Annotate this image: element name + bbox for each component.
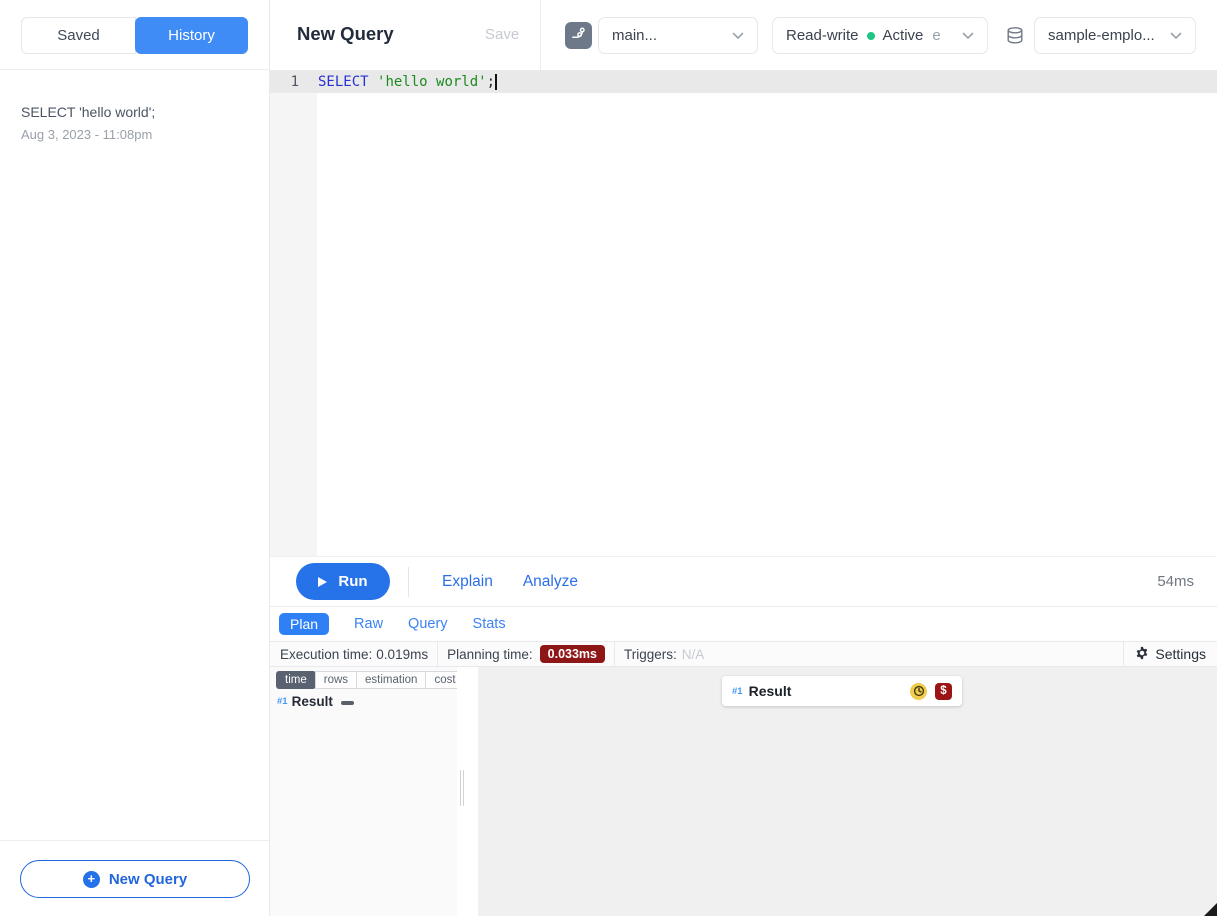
database-icon — [1005, 26, 1025, 51]
sql-string: 'hello world' — [377, 74, 487, 90]
tab-saved[interactable]: Saved — [21, 17, 136, 54]
high-cost-dollar-icon: $ — [935, 683, 952, 700]
saved-history-tabs: Saved History — [21, 17, 248, 54]
stats-divider — [614, 642, 615, 667]
editor-line-1[interactable]: 1 SELECT 'hello world'; — [270, 70, 1217, 93]
sql-keyword: SELECT — [318, 74, 377, 90]
schema-branch-button[interactable] — [565, 22, 592, 49]
main-panel: New Query Save main... — [270, 0, 1217, 916]
metric-tab-cost[interactable]: cost — [425, 671, 458, 689]
metric-tab-time[interactable]: time — [276, 671, 316, 689]
split-grip-line — [463, 770, 464, 806]
run-toolbar: Run Explain Analyze 54ms — [270, 556, 1217, 607]
chevron-down-icon — [962, 27, 974, 44]
analyze-button[interactable]: Analyze — [523, 573, 578, 591]
plan-tree-panel: time rows estimation cost #1 Result — [270, 667, 457, 916]
editor-gutter — [270, 70, 317, 556]
execution-time-value: 0.019ms — [376, 647, 428, 662]
node-index-label: #1 — [732, 686, 743, 697]
gear-icon — [1135, 646, 1149, 663]
node-index-label: #1 — [277, 696, 288, 707]
database-dropdown[interactable]: sample-emplo... — [1034, 17, 1196, 54]
stats-divider — [437, 642, 438, 667]
plan-tree-node[interactable]: #1 Result — [277, 694, 354, 709]
branch-dropdown-value: main... — [612, 27, 657, 44]
page-title: New Query — [297, 23, 394, 45]
history-item-timestamp: Aug 3, 2023 - 11:08pm — [21, 127, 248, 142]
execution-time-stat: Execution time: 0.019ms — [280, 647, 428, 662]
new-query-button[interactable]: + New Query — [20, 860, 250, 898]
compute-dropdown[interactable]: Read-write Active e — [772, 17, 988, 54]
compute-status-label: Active — [883, 27, 924, 44]
compute-mode-label: Read-write — [786, 27, 859, 44]
settings-group: Settings — [1123, 642, 1217, 667]
explain-button[interactable]: Explain — [442, 573, 493, 591]
results-tab-bar: Plan Raw Query Stats — [270, 607, 1217, 641]
sql-editor[interactable]: 1 SELECT 'hello world'; — [270, 70, 1217, 556]
triggers-value: N/A — [682, 647, 705, 662]
code-text: SELECT 'hello world'; — [318, 74, 497, 90]
header-divider — [540, 0, 541, 70]
execution-time-label: Execution time: — [280, 647, 372, 662]
triggers-stat: Triggers: N/A — [624, 647, 704, 662]
active-status-dot-icon — [867, 32, 875, 40]
sql-punctuation: ; — [487, 74, 495, 90]
tab-stats[interactable]: Stats — [473, 616, 506, 632]
line-number: 1 — [270, 74, 299, 90]
branch-dropdown[interactable]: main... — [598, 17, 758, 54]
plan-node-card[interactable]: #1 Result $ — [722, 676, 962, 706]
app-root: Saved History SELECT 'hello world'; Aug … — [0, 0, 1217, 916]
tab-plan[interactable]: Plan — [279, 613, 329, 635]
mouse-cursor-fragment — [1204, 903, 1217, 916]
query-duration: 54ms — [1157, 573, 1194, 590]
tab-history[interactable]: History — [135, 17, 248, 54]
save-button[interactable]: Save — [485, 26, 519, 43]
new-query-button-label: New Query — [109, 871, 187, 888]
plan-metric-tabs: time rows estimation cost — [276, 671, 458, 689]
node-name-label: Result — [292, 694, 333, 709]
history-item-query: SELECT 'hello world'; — [21, 104, 248, 120]
tab-raw[interactable]: Raw — [354, 616, 383, 632]
slow-timing-clock-icon — [910, 683, 927, 700]
play-icon — [318, 577, 327, 587]
query-sidebar: Saved History SELECT 'hello world'; Aug … — [0, 0, 270, 916]
planning-time-label: Planning time: — [447, 647, 533, 662]
split-grip-line — [460, 770, 461, 806]
settings-label: Settings — [1155, 646, 1206, 662]
tab-query[interactable]: Query — [408, 616, 448, 632]
node-name-label: Result — [749, 683, 792, 699]
main-header: New Query Save main... — [270, 0, 1217, 70]
sidebar-header: Saved History — [0, 0, 269, 70]
toolbar-divider — [408, 567, 409, 597]
triggers-label: Triggers: — [624, 647, 677, 662]
compute-extra-label: e — [932, 27, 940, 44]
run-button-label: Run — [338, 573, 367, 590]
database-dropdown-value: sample-emplo... — [1048, 27, 1155, 44]
chevron-down-icon — [1170, 27, 1182, 44]
metric-tab-estimation[interactable]: estimation — [356, 671, 426, 689]
execution-stats-bar: Execution time: 0.019ms Planning time: 0… — [270, 641, 1217, 667]
node-duration-bar — [341, 701, 354, 705]
plan-canvas[interactable]: #1 Result $ — [478, 667, 1217, 916]
plus-icon: + — [83, 871, 100, 888]
planning-time-badge: 0.033ms — [540, 645, 605, 663]
plan-split-handle[interactable] — [457, 667, 478, 916]
branch-icon — [571, 26, 586, 46]
text-caret — [495, 74, 497, 90]
chevron-down-icon — [732, 27, 744, 44]
run-button[interactable]: Run — [296, 563, 390, 600]
plan-view: time rows estimation cost #1 Result — [270, 667, 1217, 916]
planning-time-stat: Planning time: 0.033ms — [447, 645, 605, 663]
sidebar-footer: + New Query — [0, 840, 269, 916]
metric-tab-rows[interactable]: rows — [315, 671, 357, 689]
history-list-item[interactable]: SELECT 'hello world'; Aug 3, 2023 - 11:0… — [0, 96, 269, 150]
settings-button[interactable]: Settings — [1124, 646, 1217, 663]
